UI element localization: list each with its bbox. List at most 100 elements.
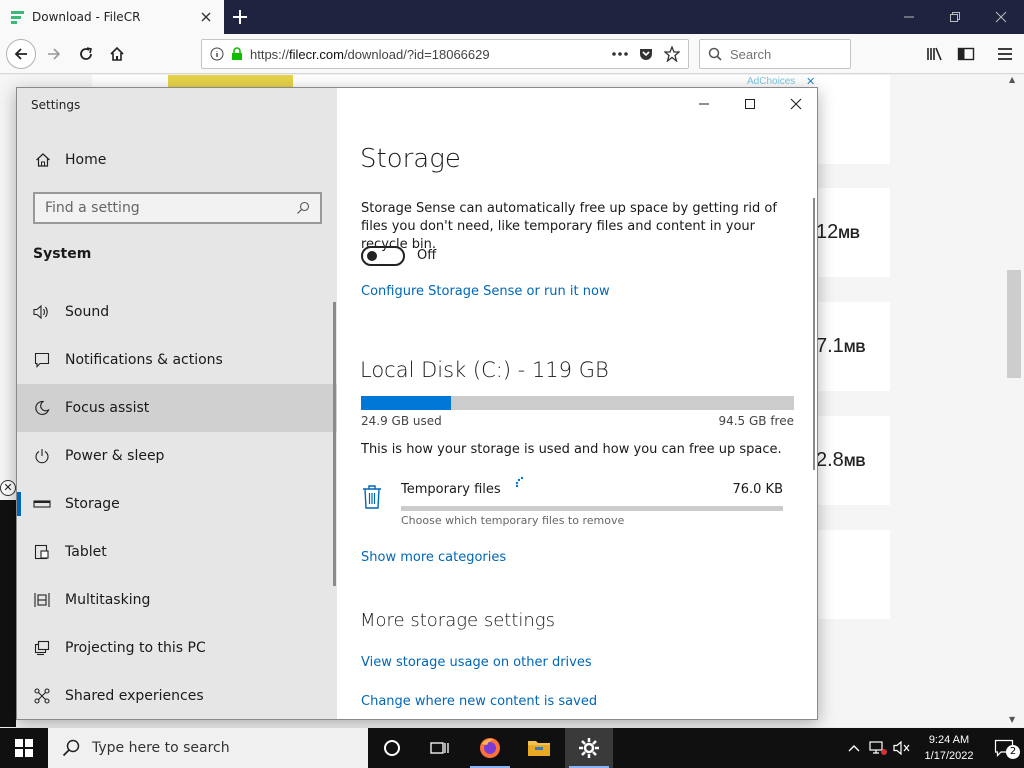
task-view-icon [430, 742, 449, 754]
start-button[interactable] [0, 728, 48, 768]
minimize-icon[interactable] [681, 88, 727, 120]
pocket-icon[interactable] [638, 46, 654, 62]
notification-count-badge: 2 [1006, 745, 1020, 759]
disk-usage-bar [361, 396, 794, 410]
nav-item-shared-experiences[interactable]: Shared experiences [17, 672, 337, 719]
page-actions-icon[interactable] [612, 51, 628, 57]
clock[interactable]: 9:24 AM 1/17/2022 [914, 732, 984, 764]
sidebar-toggle-button[interactable] [951, 39, 981, 69]
file-explorer-button[interactable] [515, 728, 563, 768]
nav-item-notifications[interactable]: Notifications & actions [17, 336, 337, 384]
browser-tab[interactable]: Download - FileCR [0, 0, 224, 34]
scroll-down-arrow-icon[interactable]: ▼ [1009, 715, 1015, 724]
change-new-content-link[interactable]: Change where new content is saved [361, 694, 597, 709]
library-button[interactable] [920, 39, 950, 69]
settings-window-controls [681, 88, 817, 120]
settings-taskbar-button[interactable] [565, 728, 613, 768]
storage-usage-description: This is how your storage is used and how… [361, 442, 782, 457]
nav-item-storage[interactable]: Storage [17, 480, 337, 528]
toggle-state-label: Off [417, 248, 437, 263]
task-view-button[interactable] [416, 728, 464, 768]
ad-choices-label[interactable]: AdChoices [747, 76, 795, 87]
projector-icon [33, 639, 51, 657]
home-nav-item[interactable]: Home [17, 140, 337, 180]
nav-item-multitasking[interactable]: Multitasking [17, 576, 337, 624]
storage-sense-toggle[interactable] [361, 246, 405, 266]
main-scrollbar[interactable] [813, 198, 815, 470]
nav-item-label: Projecting to this PC [65, 640, 206, 656]
configure-storage-sense-link[interactable]: Configure Storage Sense or run it now [361, 284, 610, 299]
home-button[interactable] [102, 39, 132, 69]
download-card[interactable]: 12MB [816, 188, 890, 277]
nav-item-projecting[interactable]: Projecting to this PC [17, 624, 337, 672]
storage-sense-description: Storage Sense can automatically free up … [361, 201, 777, 252]
browser-search-bar[interactable] [699, 39, 851, 69]
page-scrollbar-thumb[interactable] [1007, 270, 1021, 378]
volume-muted-icon[interactable] [890, 741, 914, 755]
find-setting-input[interactable] [45, 200, 296, 216]
browser-close-icon[interactable] [978, 0, 1024, 34]
nav-item-power-sleep[interactable]: Power & sleep [17, 432, 337, 480]
cortana-button[interactable] [368, 728, 416, 768]
more-storage-heading: More storage settings [360, 610, 555, 631]
bookmark-star-icon[interactable] [664, 46, 680, 62]
power-icon [33, 447, 51, 465]
gear-icon [579, 738, 599, 758]
reload-button[interactable] [71, 39, 101, 69]
lock-icon[interactable] [230, 47, 244, 61]
tab-close-icon[interactable] [198, 9, 214, 25]
new-tab-icon[interactable] [228, 5, 252, 29]
speaker-icon [33, 303, 51, 321]
filecr-favicon-icon [10, 9, 26, 25]
nav-item-focus-assist[interactable]: Focus assist [17, 384, 337, 432]
info-icon[interactable] [210, 47, 224, 61]
back-button[interactable] [6, 39, 36, 69]
shared-icon [33, 687, 51, 705]
find-setting-box[interactable] [33, 192, 322, 224]
storage-icon [33, 495, 51, 513]
home-label: Home [65, 152, 107, 168]
toggle-knob [367, 251, 377, 261]
file-size: 7.1MB [816, 335, 866, 357]
menu-button[interactable] [990, 39, 1020, 69]
network-icon[interactable] [866, 741, 890, 755]
search-icon [708, 47, 722, 61]
sidebar-scrollbar[interactable] [333, 302, 336, 586]
url-bar[interactable]: https://filecr.com/download/?id=18066629 [201, 39, 689, 69]
floating-panel: ✕ [0, 480, 16, 727]
browser-restore-icon[interactable] [932, 0, 978, 34]
clock-time: 9:24 AM [928, 734, 970, 746]
category-temporary-files[interactable]: Temporary files 76.0 KB Choose which tem… [361, 476, 783, 532]
close-circle-icon[interactable]: ✕ [0, 480, 16, 496]
taskbar: Type here to search 9:24 AM 1/17/2022 2 [0, 728, 1024, 768]
forward-button[interactable] [39, 39, 69, 69]
download-card[interactable] [816, 530, 890, 619]
free-label: 94.5 GB free [718, 414, 794, 428]
file-size: 2.8MB [816, 449, 866, 471]
view-other-drives-link[interactable]: View storage usage on other drives [361, 655, 592, 670]
url-text: https://filecr.com/download/?id=18066629 [250, 46, 490, 62]
back-arrow-icon [14, 48, 27, 60]
download-card[interactable]: 2.8MB [816, 416, 890, 505]
taskbar-search-box[interactable]: Type here to search [48, 728, 368, 768]
download-card[interactable]: 7.1MB [816, 302, 890, 391]
scroll-up-arrow-icon[interactable]: ▲ [1009, 75, 1015, 84]
action-center-button[interactable]: 2 [984, 739, 1024, 759]
category-usage-bar [401, 506, 783, 511]
multitasking-icon [33, 591, 51, 609]
nav-item-label: Sound [65, 304, 110, 320]
nav-item-sound[interactable]: Sound [17, 288, 337, 336]
nav-item-tablet[interactable]: Tablet [17, 528, 337, 576]
chevron-up-icon[interactable] [842, 744, 866, 752]
browser-search-input[interactable] [730, 46, 830, 62]
show-more-categories-link[interactable]: Show more categories [361, 550, 506, 565]
close-icon[interactable] [773, 88, 817, 120]
taskbar-search-placeholder: Type here to search [92, 740, 230, 756]
trash-icon [361, 484, 383, 514]
browser-minimize-icon[interactable] [886, 0, 932, 34]
tab-title: Download - FileCR [32, 10, 141, 24]
maximize-icon[interactable] [727, 88, 773, 120]
forward-arrow-icon [48, 48, 61, 60]
nav-item-label: Power & sleep [65, 448, 165, 464]
firefox-taskbar-button[interactable] [466, 728, 514, 768]
